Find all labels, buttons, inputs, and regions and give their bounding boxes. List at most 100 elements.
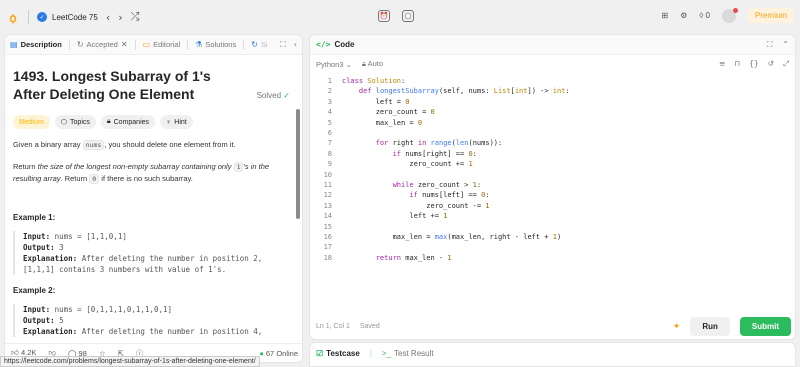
scrollbar[interactable] xyxy=(296,109,300,219)
console-panel: ☑ Testcase | >_ Test Result xyxy=(309,342,796,367)
line-number: 6 xyxy=(327,129,332,137)
companies-tag[interactable]: 🔒︎ Companies xyxy=(100,115,156,129)
code-header: </> Code ⛶ ⌃ xyxy=(310,35,795,55)
input-label: Input: xyxy=(23,305,51,314)
shuffle-icon[interactable]: ⤮ xyxy=(131,10,140,24)
tab-description[interactable]: ▤ Description xyxy=(10,40,62,49)
close-icon[interactable]: ✕ xyxy=(121,40,128,49)
tab-accepted[interactable]: ↻ Accepted ✕ xyxy=(77,40,128,49)
code-line[interactable]: return max_len - 1 xyxy=(342,254,452,262)
timer-icon[interactable]: ⏰ xyxy=(378,10,390,22)
code-line[interactable]: left += 1 xyxy=(342,212,447,220)
reset-icon[interactable]: ↺ xyxy=(768,59,774,69)
code-line[interactable]: zero_count = 0 xyxy=(342,108,435,116)
code-line[interactable]: for right in range(len(nums)): xyxy=(342,139,503,147)
line-number: 3 xyxy=(327,97,332,106)
tab-label: Accepted xyxy=(86,40,118,49)
input-value: nums = [0,1,1,1,0,1,1,0,1] xyxy=(54,305,173,314)
history-icon: ↻ xyxy=(76,40,84,49)
problem-list-title: LeetCode 75 xyxy=(52,12,98,22)
code-line[interactable]: max_len = 0 xyxy=(342,119,422,127)
difficulty-badge: Medium xyxy=(13,115,50,129)
chevron-up-icon[interactable]: ⌃ xyxy=(782,40,789,50)
status-url: https://leetcode.com/problems/longest-su… xyxy=(0,356,260,367)
line-number: 16 xyxy=(323,233,332,241)
expand-icon[interactable]: ⤢ xyxy=(783,59,789,69)
description-paragraph: Given a binary array nums, you should de… xyxy=(13,139,292,151)
submit-button[interactable]: Submit xyxy=(739,316,791,336)
output-label: Output: xyxy=(23,243,55,252)
settings-icon[interactable]: ⚙ xyxy=(680,11,687,20)
output-label: Output: xyxy=(23,316,55,325)
line-number: 5 xyxy=(327,118,332,127)
output-value: 5 xyxy=(59,316,64,325)
tab-testcase[interactable]: ☑ Testcase xyxy=(316,349,360,358)
code-line[interactable]: max_len = max(max_len, right - left + 1) xyxy=(342,233,562,241)
explanation-label: Explanation: xyxy=(23,254,78,263)
lock-icon: 🔒︎ xyxy=(106,118,111,125)
code-line[interactable]: if nums[right] == 0: xyxy=(342,150,477,158)
maximize-icon[interactable]: ⛶ xyxy=(280,40,286,50)
problem-list-button[interactable]: ✓ LeetCode 75 xyxy=(37,12,98,22)
avatar[interactable] xyxy=(721,7,738,23)
code-line[interactable]: zero_count -= 1 xyxy=(342,202,489,210)
format-icon[interactable]: ≡ xyxy=(719,59,725,69)
line-number: 10 xyxy=(323,170,332,179)
text: . Return xyxy=(60,174,90,183)
code-line[interactable]: def longestSubarray(self, nums: List[int… xyxy=(342,87,570,95)
divider xyxy=(28,10,29,24)
notes-icon[interactable]: ▢ xyxy=(402,10,414,22)
premium-button[interactable]: Premium xyxy=(747,8,794,23)
hint-tag[interactable]: ♀ Hint xyxy=(160,115,193,129)
next-problem-icon[interactable]: › xyxy=(118,11,122,24)
document-icon: ▤ xyxy=(10,40,18,49)
inline-code: nums xyxy=(82,140,105,150)
code-line[interactable]: class Solution: xyxy=(342,77,405,85)
leetcode-logo[interactable]: ꟁ xyxy=(6,10,20,25)
explanation-text: [1,1,1] contains 3 numbers with value of… xyxy=(23,265,227,274)
collapse-icon[interactable]: ‹ xyxy=(294,40,297,50)
code-line[interactable]: left = 0 xyxy=(342,98,410,106)
line-number: 14 xyxy=(323,212,332,221)
maximize-icon[interactable]: ⛶ xyxy=(767,40,773,50)
run-button[interactable]: Run xyxy=(690,316,730,336)
tab-submissions[interactable]: ↻ Si xyxy=(251,40,267,49)
line-number: 12 xyxy=(323,191,332,200)
code-editor[interactable]: 1 class Solution: 2 def longestSubarray(se… xyxy=(310,73,795,303)
layout-icon[interactable]: ⊞ xyxy=(661,11,668,20)
book-icon: ▭ xyxy=(142,40,151,49)
italic-text: the size of the longest non-empty subarr… xyxy=(37,162,234,171)
solved-status: Solved ✓ xyxy=(257,91,290,100)
description-panel: ▤ Description ↻ Accepted ✕ ▭ Editorial ⚗ Solu… xyxy=(4,34,303,363)
tag-label: Topics xyxy=(70,118,90,126)
tag-label: Hint xyxy=(174,118,187,126)
example-heading: Example 1: xyxy=(13,213,56,222)
divider: | xyxy=(369,348,372,358)
online-count: 67 Online xyxy=(259,349,298,358)
prev-problem-icon[interactable]: ‹ xyxy=(106,11,110,24)
tab-test-result[interactable]: >_ Test Result xyxy=(382,349,434,358)
example-box: Input: nums = [1,1,0,1] Output: 3 Explan… xyxy=(13,231,292,275)
line-number: 11 xyxy=(323,181,332,189)
code-line[interactable]: while zero_count > 1: xyxy=(342,181,482,189)
tab-editorial[interactable]: ▭ Editorial xyxy=(143,40,181,49)
topics-tag[interactable]: ⬡ Topics xyxy=(54,115,96,129)
streak-counter[interactable]: ◊ 0 xyxy=(699,11,710,20)
code-line[interactable]: zero_count += 1 xyxy=(342,160,472,168)
tab-label: Editorial xyxy=(153,40,181,49)
problem-tags: Medium ⬡ Topics 🔒︎ Companies ♀ Hint xyxy=(13,115,292,129)
language-select[interactable]: Python3 ⌄ xyxy=(316,60,352,69)
code-line[interactable]: if nums[left] == 0: xyxy=(342,191,489,199)
text: Given a binary array xyxy=(13,140,83,149)
sparkle-icon[interactable]: ✦ xyxy=(673,321,681,332)
cursor-position: Ln 1, Col 1 xyxy=(316,322,350,330)
top-bar: ꟁ ✓ LeetCode 75 ‹ › ⤮ ⏰ ▢ ⊞ ⚙ ◊ 0 Premiu… xyxy=(0,0,800,34)
tab-solutions[interactable]: ⚗ Solutions xyxy=(195,40,236,49)
line-number: 9 xyxy=(327,160,332,169)
line-number: 15 xyxy=(323,222,332,231)
lightbulb-icon: ♀ xyxy=(166,118,172,126)
bookmark-icon[interactable]: ⊓ xyxy=(734,59,740,69)
auto-mode[interactable]: 🔒︎ Auto xyxy=(362,59,383,69)
line-number: 4 xyxy=(327,108,332,117)
braces-icon[interactable]: {} xyxy=(749,59,759,69)
